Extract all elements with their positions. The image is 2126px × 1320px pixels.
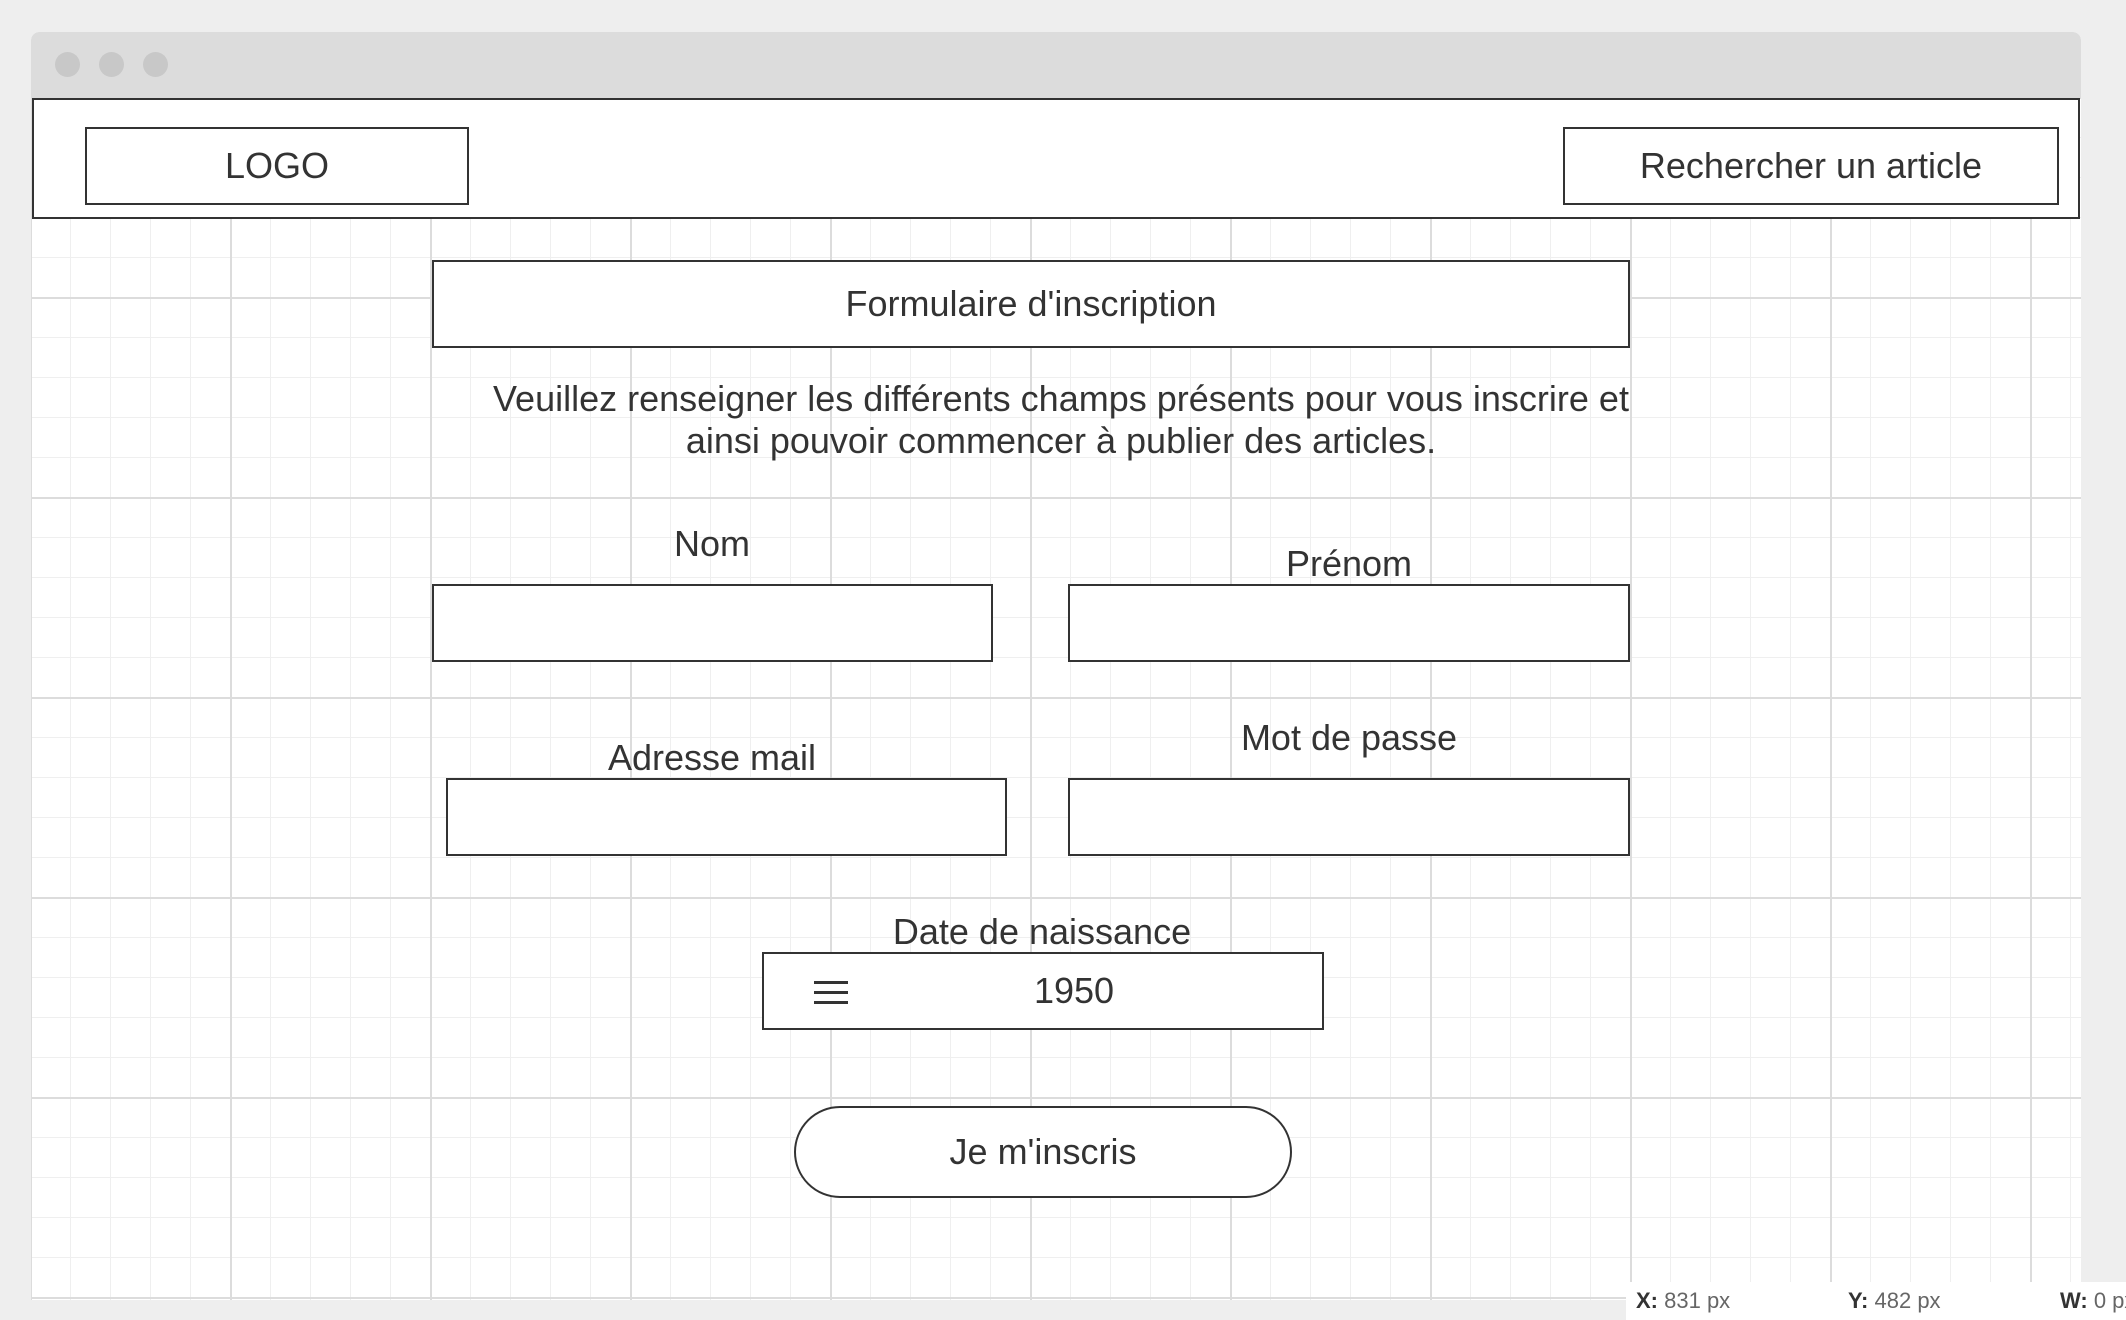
menu-icon [814,981,848,1004]
w-readout-label: W: [2060,1288,2088,1313]
email-input[interactable] [446,778,1007,856]
w-readout: W: 0 px [2060,1288,2126,1314]
window-close-dot[interactable] [55,52,80,77]
x-readout-value: 831 px [1664,1288,1731,1313]
nom-label: Nom [673,523,750,564]
window-maximize-dot[interactable] [143,52,168,77]
birthdate-select[interactable]: 1950 [762,952,1324,1030]
search-article-button[interactable]: Rechercher un article [1563,127,2059,205]
w-readout-value: 0 px [2093,1288,2126,1313]
x-readout: X: 831 px [1636,1288,1730,1314]
window-minimize-dot[interactable] [99,52,124,77]
site-header: LOGO Rechercher un article [32,98,2080,219]
form-intro-line-1: Veuillez renseigner les différents champ… [493,378,1629,419]
y-readout-value: 482 px [1874,1288,1941,1313]
x-readout-label: X: [1636,1288,1658,1313]
form-intro: Veuillez renseigner les différents champ… [431,378,1691,462]
email-label: Adresse mail [607,737,817,778]
window-titlebar [31,32,2081,98]
password-input[interactable] [1068,778,1630,856]
prenom-label: Prénom [1285,543,1413,584]
password-label: Mot de passe [1240,717,1458,758]
prenom-input[interactable] [1068,584,1630,662]
form-title: Formulaire d'inscription [432,260,1630,348]
coordinates-statusbar: X: 831 px Y: 482 px W: 0 px [1626,1282,2126,1320]
nom-input[interactable] [432,584,993,662]
form-intro-line-2: ainsi pouvoir commencer à publier des ar… [685,420,1437,461]
y-readout-label: Y: [1848,1288,1869,1313]
browser-window: LOGO Rechercher un article Formulaire d'… [31,32,2081,1300]
birthdate-value: 1950 [1033,970,1115,1011]
y-readout: Y: 482 px [1848,1288,1941,1314]
birthdate-label: Date de naissance [892,911,1192,952]
submit-button[interactable]: Je m'inscris [794,1106,1292,1198]
logo[interactable]: LOGO [85,127,469,205]
